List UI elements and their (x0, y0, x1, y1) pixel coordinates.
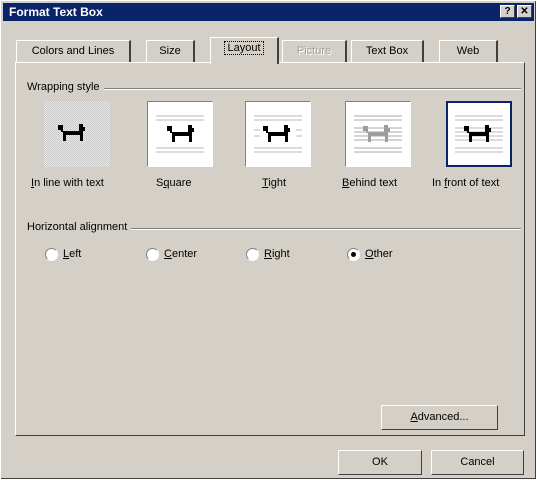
wrap-inline-option[interactable] (44, 101, 110, 167)
align-right-label[interactable]: Right (264, 248, 290, 260)
tab-picture: Picture (282, 40, 347, 62)
wrap-square-option[interactable] (147, 101, 213, 167)
wrap-tight-label: Tight (262, 177, 287, 189)
tab-web[interactable]: Web (439, 40, 498, 62)
help-button[interactable]: ? (500, 5, 515, 18)
wrap-inline-label: In line with text (31, 177, 104, 189)
wrapping-style-rule (31, 88, 521, 90)
wrap-square-label: Square (156, 177, 192, 189)
wrapping-style-label: Wrapping style (27, 81, 104, 93)
dog-icon (263, 125, 290, 142)
dog-icon (167, 125, 194, 142)
align-left-radio[interactable] (45, 248, 58, 261)
title-bar[interactable]: Format Text Box ? ✕ (3, 3, 534, 21)
align-center-label[interactable]: Center (164, 248, 197, 260)
wrap-in-front-label: In front of text (432, 177, 500, 189)
align-other-label[interactable]: Other (365, 248, 393, 260)
align-center-radio[interactable] (146, 248, 159, 261)
tab-layout[interactable]: Layout (210, 37, 279, 64)
close-button[interactable]: ✕ (517, 5, 532, 18)
tab-colors-and-lines[interactable]: Colors and Lines (16, 40, 131, 62)
align-other-radio[interactable] (347, 248, 360, 261)
align-right-radio[interactable] (246, 248, 259, 261)
tab-size[interactable]: Size (146, 40, 195, 62)
horizontal-alignment-label: Horizontal alignment (27, 221, 132, 233)
wrap-behind-label: Behind text (342, 177, 398, 189)
ok-button[interactable]: OK (338, 450, 422, 475)
wrap-in-front-option[interactable] (446, 101, 512, 167)
wrap-behind-option[interactable] (345, 101, 411, 167)
advanced-button[interactable]: Advanced... (381, 405, 498, 430)
cancel-button[interactable]: Cancel (431, 450, 524, 475)
format-text-box-dialog: Format Text Box ? ✕ Colors and Lines Siz… (1, 1, 536, 479)
tab-text-box[interactable]: Text Box (351, 40, 424, 62)
align-left-label[interactable]: Left (63, 248, 81, 260)
dialog-title: Format Text Box (9, 5, 103, 19)
wrap-tight-option[interactable] (245, 101, 311, 167)
